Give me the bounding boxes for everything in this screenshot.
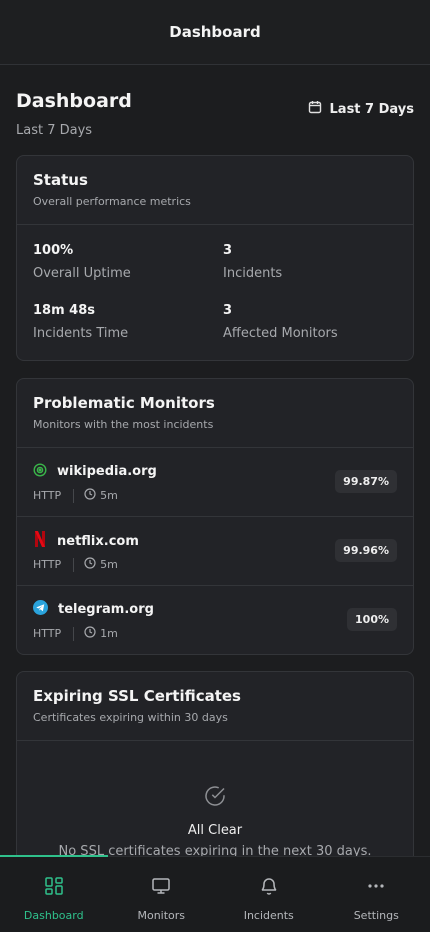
- monitor-type: HTTP: [33, 489, 62, 502]
- metric-incidents: 3 Incidents: [223, 243, 403, 281]
- metric-label: Overall Uptime: [33, 266, 131, 281]
- monitor-icon: [151, 875, 171, 897]
- uptime-badge: 100%: [347, 608, 397, 631]
- date-range-label: Last 7 Days: [329, 101, 414, 117]
- active-tab-indicator: [0, 855, 108, 857]
- monitor-row-netflix[interactable]: netflix.com HTTP 5m 99.96%: [17, 517, 413, 586]
- monitor-name: telegram.org: [58, 602, 154, 617]
- clock-icon: [84, 557, 96, 572]
- telegram-logo-icon: [33, 600, 48, 619]
- metric-overall-uptime: 100% Overall Uptime: [33, 243, 213, 281]
- more-dots-icon: [366, 875, 386, 897]
- uptime-badge: 99.87%: [335, 470, 397, 493]
- wikipedia-favicon-icon: [33, 462, 47, 481]
- nav-label-settings: Settings: [353, 909, 399, 922]
- meta-divider: [73, 557, 75, 572]
- problematic-card-header: Problematic Monitors Monitors with the m…: [17, 379, 413, 448]
- page-subtitle: Last 7 Days: [16, 123, 93, 138]
- monitor-interval: 5m: [100, 558, 118, 571]
- monitor-interval: 5m: [100, 489, 118, 502]
- uptime-badge: 99.96%: [335, 539, 397, 562]
- clock-icon: [84, 626, 96, 641]
- ssl-card-description: Certificates expiring within 30 days: [33, 711, 228, 724]
- dashboard-content[interactable]: Dashboard Last 7 Days Last 7 Days Status…: [0, 66, 430, 857]
- page-header: Dashboard Last 7 Days Last 7 Days: [16, 90, 414, 140]
- empty-state-title: All Clear: [187, 823, 243, 838]
- nav-label-monitors: Monitors: [137, 909, 186, 922]
- problematic-card-title: Problematic Monitors: [33, 394, 215, 412]
- netflix-logo-icon: [33, 531, 47, 551]
- status-metrics: 100% Overall Uptime 3 Incidents 18m 48s …: [17, 225, 413, 360]
- status-card-title: Status: [33, 171, 88, 189]
- monitor-interval: 1m: [100, 627, 118, 640]
- metric-value: 3: [223, 303, 233, 318]
- metric-label: Affected Monitors: [223, 326, 338, 341]
- bell-icon: [259, 875, 279, 897]
- metric-label: Incidents: [223, 266, 283, 281]
- meta-divider: [73, 626, 75, 641]
- top-app-bar: Dashboard: [0, 0, 430, 65]
- check-circle-icon: [204, 785, 226, 811]
- nav-item-settings[interactable]: Settings: [323, 857, 430, 932]
- monitor-type: HTTP: [33, 627, 62, 640]
- ssl-card-title: Expiring SSL Certificates: [33, 687, 241, 705]
- metric-value: 100%: [33, 243, 74, 258]
- app-bar-title: Dashboard: [169, 23, 261, 41]
- ssl-empty-state: All Clear No SSL certificates expiring i…: [17, 741, 413, 857]
- bottom-navigation: Dashboard Monitors Incidents Settings: [0, 855, 430, 932]
- status-card: Status Overall performance metrics 100% …: [16, 155, 414, 361]
- calendar-icon: [308, 100, 322, 118]
- problematic-card-description: Monitors with the most incidents: [33, 418, 214, 431]
- metric-label: Incidents Time: [33, 326, 129, 341]
- meta-divider: [73, 488, 75, 503]
- date-range-button[interactable]: Last 7 Days: [308, 100, 414, 118]
- status-card-header: Status Overall performance metrics: [17, 156, 413, 225]
- nav-label-dashboard: Dashboard: [23, 909, 84, 922]
- ssl-card-header: Expiring SSL Certificates Certificates e…: [17, 672, 413, 741]
- nav-item-dashboard[interactable]: Dashboard: [0, 857, 108, 932]
- monitor-name: wikipedia.org: [57, 464, 157, 479]
- nav-item-monitors[interactable]: Monitors: [108, 857, 216, 932]
- monitor-type: HTTP: [33, 558, 62, 571]
- dashboard-grid-icon: [44, 875, 64, 897]
- monitor-row-telegram[interactable]: telegram.org HTTP 1m 100%: [17, 586, 413, 654]
- clock-icon: [84, 488, 96, 503]
- nav-label-incidents: Incidents: [243, 909, 294, 922]
- nav-item-incidents[interactable]: Incidents: [215, 857, 323, 932]
- metric-affected-monitors: 3 Affected Monitors: [223, 303, 403, 341]
- status-card-description: Overall performance metrics: [33, 195, 191, 208]
- ssl-certificates-card: Expiring SSL Certificates Certificates e…: [16, 671, 414, 857]
- problematic-monitors-card: Problematic Monitors Monitors with the m…: [16, 378, 414, 655]
- monitor-row-wikipedia[interactable]: wikipedia.org HTTP 5m 99.87%: [17, 448, 413, 517]
- metric-value: 3: [223, 243, 233, 258]
- monitor-name: netflix.com: [57, 533, 139, 549]
- metric-value: 18m 48s: [33, 303, 95, 318]
- metric-incidents-time: 18m 48s Incidents Time: [33, 303, 213, 341]
